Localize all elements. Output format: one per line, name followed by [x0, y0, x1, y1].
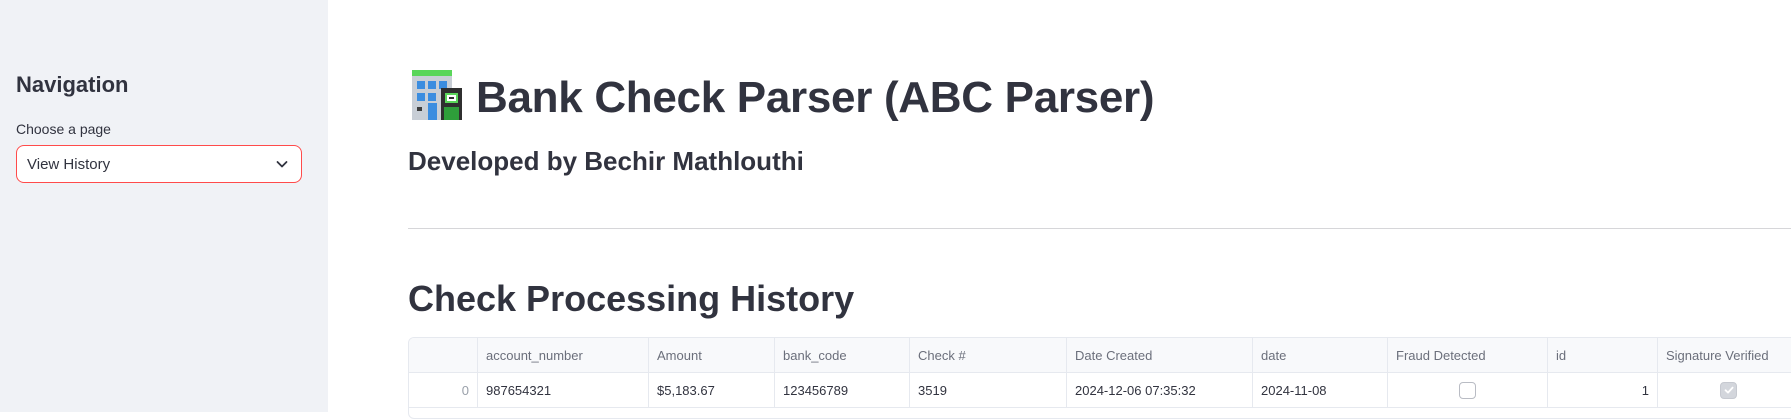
column-header[interactable]: Fraud Detected: [1388, 338, 1548, 372]
table-row[interactable]: 0 987654321 $5,183.67 123456789 3519 202…: [409, 373, 1791, 408]
page-subtitle: Developed by Bechir Mathlouthi: [408, 146, 804, 176]
check-number-cell[interactable]: 3519: [910, 373, 1067, 407]
page-select-value: View History: [27, 155, 111, 173]
chevron-down-icon: [275, 157, 289, 171]
page-title: Bank Check Parser (ABC Parser): [476, 72, 1155, 122]
signature-verified-cell[interactable]: [1658, 373, 1791, 407]
fraud-detected-checkbox[interactable]: [1459, 381, 1476, 399]
office-building-icon: [408, 68, 464, 127]
table-header-row: account_number Amount bank_code Check # …: [409, 338, 1791, 373]
date-cell[interactable]: 2024-11-08: [1253, 373, 1388, 407]
fraud-detected-cell[interactable]: [1388, 373, 1548, 407]
history-title: Check Processing History: [408, 278, 855, 319]
index-column-header: [409, 338, 478, 372]
column-header[interactable]: Check #: [910, 338, 1067, 372]
column-header[interactable]: id: [1548, 338, 1658, 372]
page-select[interactable]: View History: [16, 145, 302, 183]
history-table[interactable]: account_number Amount bank_code Check # …: [408, 337, 1791, 419]
page-select-label: Choose a page: [16, 121, 111, 137]
column-header[interactable]: Amount: [649, 338, 775, 372]
sidebar-title: Navigation: [16, 72, 129, 97]
row-index: 0: [409, 373, 478, 407]
main-content: Bank Check Parser (ABC Parser) Developed…: [328, 0, 1791, 419]
date-created-cell[interactable]: 2024-12-06 07:35:32: [1067, 373, 1253, 407]
signature-verified-checkbox[interactable]: [1720, 381, 1737, 399]
column-header[interactable]: account_number: [478, 338, 649, 372]
column-header[interactable]: Date Created: [1067, 338, 1253, 372]
divider: [408, 228, 1791, 229]
column-header[interactable]: date: [1253, 338, 1388, 372]
id-cell[interactable]: 1: [1548, 373, 1658, 407]
column-header[interactable]: bank_code: [775, 338, 910, 372]
amount-cell[interactable]: $5,183.67: [649, 373, 775, 407]
page-header: Bank Check Parser (ABC Parser): [408, 68, 1155, 127]
account-number-cell[interactable]: 987654321: [478, 373, 649, 407]
bank-code-cell[interactable]: 123456789: [775, 373, 910, 407]
column-header[interactable]: Signature Verified: [1658, 338, 1791, 372]
sidebar: Navigation Choose a page View History: [0, 0, 328, 412]
